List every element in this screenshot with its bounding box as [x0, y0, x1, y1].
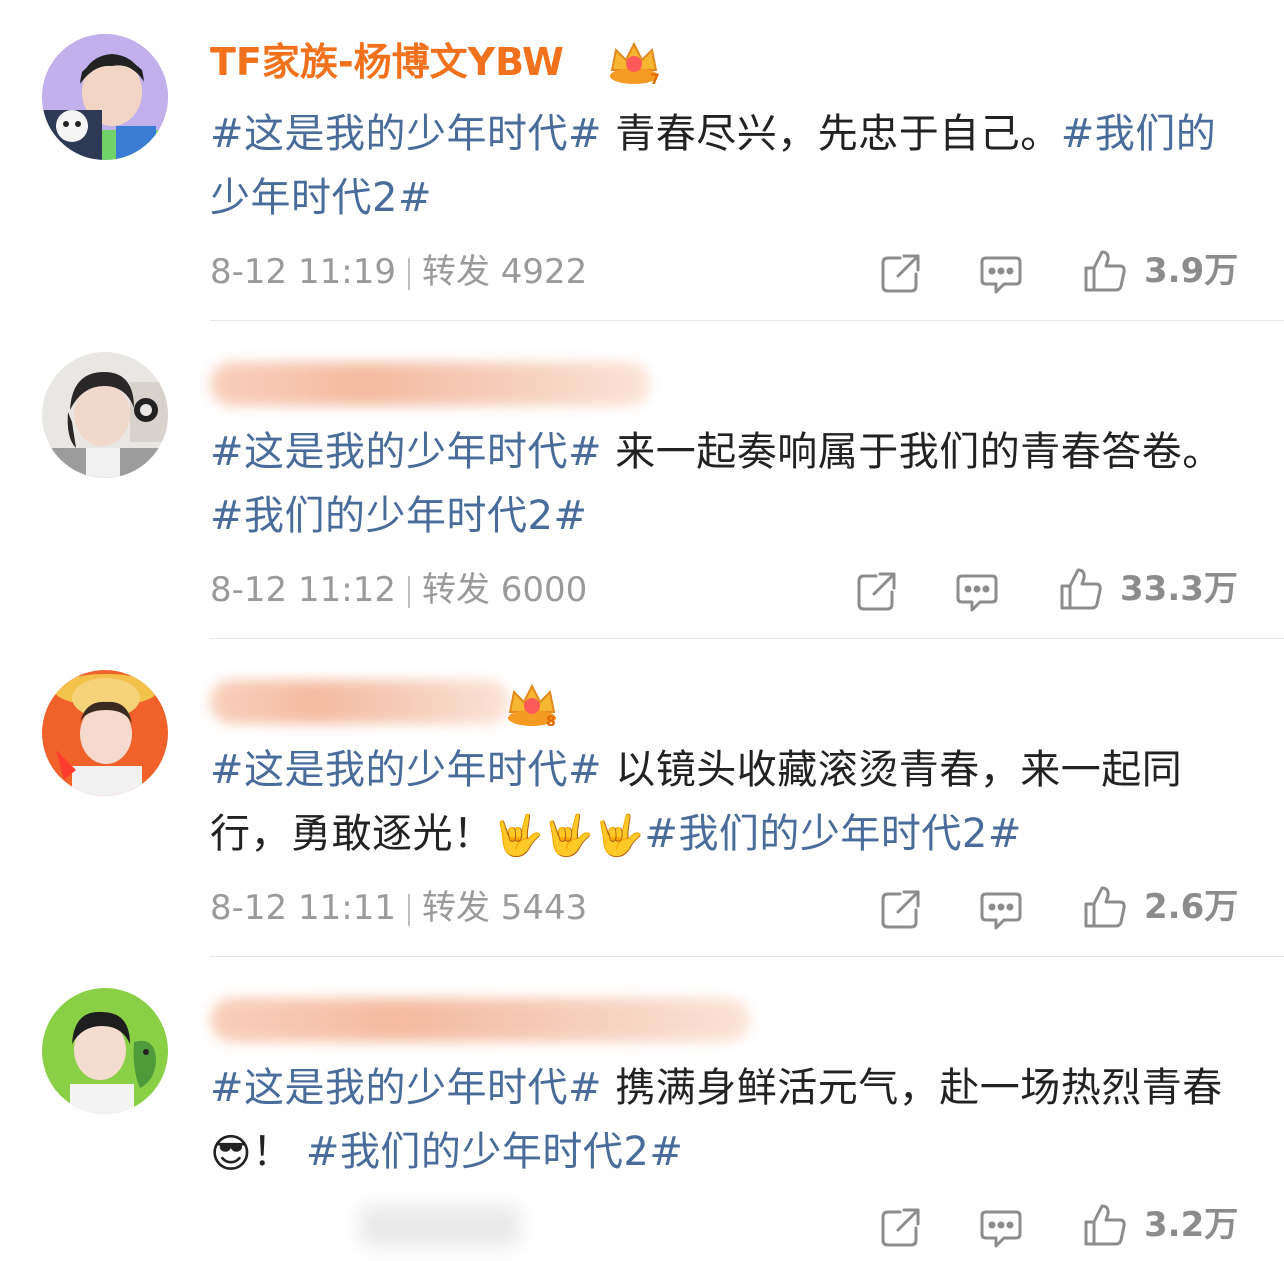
- hashtag-link[interactable]: #我们的少年时代2#: [210, 493, 587, 539]
- post-meta: 8-12 11:12 转发 6000: [210, 570, 587, 610]
- author-name[interactable]: TF家族-杨博文YBW: [210, 36, 564, 88]
- meta-divider: [407, 893, 410, 926]
- post-body: 青春尽兴，先忠于自己。: [602, 111, 1061, 157]
- post-divider: [210, 320, 1284, 321]
- like-count: 33.3万: [1120, 569, 1238, 609]
- rock-hand-emoji: 🤟🤟🤟: [493, 813, 645, 859]
- post-body: 携满身鲜活元气，赴一场热烈青春: [602, 1065, 1223, 1111]
- avatar[interactable]: [42, 670, 168, 796]
- post-text: #这是我的少年时代# 青春尽兴，先忠于自己。#我们的少年时代2#: [210, 102, 1240, 230]
- hashtag-link[interactable]: #这是我的少年时代#: [210, 429, 602, 475]
- hashtag-link[interactable]: #这是我的少年时代#: [210, 1065, 602, 1111]
- comment-icon[interactable]: [978, 250, 1024, 296]
- post-divider: [210, 638, 1284, 639]
- repost-count: 5443: [500, 888, 588, 928]
- post-text: #这是我的少年时代# 携满身鲜活元气，赴一场热烈青春 😎！ #我们的少年时代2#: [210, 1056, 1240, 1186]
- sunglasses-emoji: 😎: [210, 1131, 253, 1177]
- post-body: 来一起奏响属于我们的青春答卷。: [602, 429, 1223, 475]
- post-meta: 8-12 11:19 转发 4922: [210, 252, 587, 292]
- hashtag-link[interactable]: #这是我的少年时代#: [210, 111, 602, 157]
- hashtag-link[interactable]: #这是我的少年时代#: [210, 747, 602, 793]
- post-text: #这是我的少年时代# 来一起奏响属于我们的青春答卷。 #我们的少年时代2#: [210, 420, 1240, 548]
- share-icon[interactable]: [878, 250, 924, 296]
- author-name-blurred[interactable]: [210, 680, 510, 724]
- share-icon[interactable]: [878, 1204, 924, 1250]
- avatar[interactable]: [42, 352, 168, 478]
- crown-badge-icon: 8: [508, 683, 556, 730]
- timestamp: 8-12 11:19: [210, 252, 396, 292]
- meta-blurred: [360, 1206, 520, 1246]
- author-name-blurred[interactable]: [210, 998, 750, 1042]
- repost-label: 转发: [421, 570, 490, 610]
- like-icon[interactable]: [1058, 566, 1104, 612]
- svg-text:8: 8: [546, 714, 556, 730]
- crown-badge-icon: 7: [610, 41, 660, 88]
- comment-icon[interactable]: [978, 1204, 1024, 1250]
- hashtag-link[interactable]: #我们的少年时代2#: [306, 1129, 683, 1175]
- like-icon[interactable]: [1082, 884, 1128, 930]
- repost-label: 转发: [421, 252, 490, 292]
- weibo-comment-feed: TF家族-杨博文YBW 7 #这是我的少年时代# 青春尽兴，先忠于自己。#我们的…: [0, 0, 1284, 1261]
- like-count: 3.9万: [1144, 251, 1239, 291]
- repost-label: 转发: [421, 888, 490, 928]
- svg-text:7: 7: [650, 72, 660, 88]
- meta-divider: [407, 257, 410, 290]
- like-icon[interactable]: [1082, 1202, 1128, 1248]
- timestamp: 8-12 11:12: [210, 570, 396, 610]
- share-icon[interactable]: [854, 568, 900, 614]
- post-meta: 8-12 11:11 转发 5443: [210, 888, 587, 928]
- comment-icon[interactable]: [954, 568, 1000, 614]
- like-icon[interactable]: [1082, 248, 1128, 294]
- post-body-end: ！: [252, 1129, 293, 1175]
- post-divider: [210, 956, 1284, 957]
- share-icon[interactable]: [878, 886, 924, 932]
- avatar[interactable]: [42, 988, 168, 1114]
- hashtag-link[interactable]: #我们的少年时代2#: [644, 811, 1021, 857]
- meta-divider: [407, 575, 410, 608]
- like-count: 3.2万: [1144, 1205, 1239, 1245]
- repost-count: 4922: [500, 252, 588, 292]
- author-name-blurred[interactable]: [210, 362, 650, 406]
- like-count: 2.6万: [1144, 887, 1239, 927]
- post-text: #这是我的少年时代# 以镜头收藏滚烫青春，来一起同行，勇敢逐光！🤟🤟🤟#我们的少…: [210, 738, 1240, 868]
- avatar[interactable]: [42, 34, 168, 160]
- repost-count: 6000: [500, 570, 588, 610]
- comment-icon[interactable]: [978, 886, 1024, 932]
- timestamp: 8-12 11:11: [210, 888, 396, 928]
